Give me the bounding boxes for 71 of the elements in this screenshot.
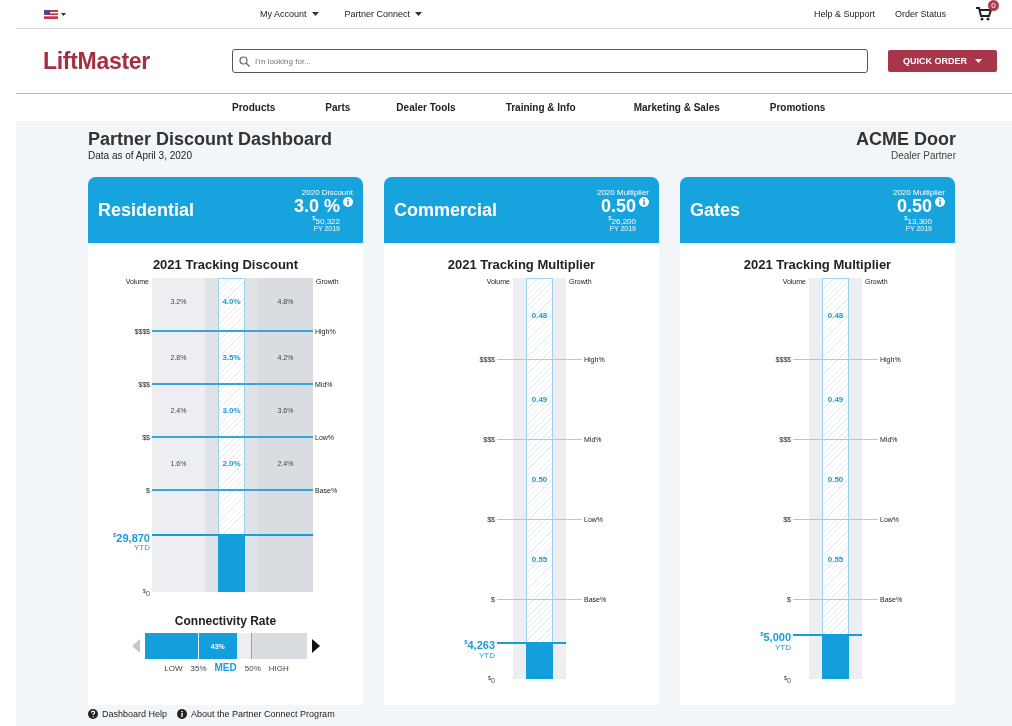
account-menu-link[interactable]: My Account: [260, 9, 319, 19]
nav-item[interactable]: Products: [232, 102, 276, 113]
ytd-amount: $^{$}$5,000: [760, 629, 791, 643]
ytd-amount: $^{$}$4,263: [464, 637, 495, 651]
ytd-caption: YTD: [479, 650, 495, 660]
footer-link[interactable]: Dashboard Help: [88, 709, 168, 719]
ytd-line: [497, 641, 566, 644]
account-menu-link[interactable]: Partner Connect: [344, 9, 423, 19]
metric-label: 2020 Multiplier: [596, 187, 649, 197]
tier-value: 0.49: [531, 394, 548, 404]
nav-item[interactable]: Training & Info: [505, 102, 576, 113]
scale-label: 35%: [190, 664, 207, 673]
nav-item[interactable]: Dealer Tools: [396, 102, 456, 113]
logo[interactable]: LiftMaster: [16, 47, 206, 75]
tracker-title: 2021 Tracking Multiplier: [446, 257, 597, 272]
help-icon: [88, 709, 98, 719]
cart-icon[interactable]: [976, 7, 992, 21]
tier-value: 4.0%: [222, 297, 241, 306]
cart-badge: 0: [988, 0, 999, 11]
prior-sales: $^{$}$26,200: [608, 214, 636, 226]
scale-label: LOW: [164, 664, 183, 673]
scale-label: HIGH: [268, 664, 289, 673]
ytd-caption: YTD: [134, 543, 150, 553]
metric-value: 0.50: [896, 196, 932, 215]
dealer-role: Dealer Partner: [889, 150, 956, 161]
connectivity-title: Connectivity Rate: [173, 614, 278, 628]
tier-value: 0.50: [531, 474, 548, 484]
tier-value: 0.49: [827, 394, 844, 404]
tracker-title: 2021 Tracking Discount: [151, 257, 300, 272]
metric-label: 2020 Discount: [301, 187, 353, 197]
tier-value: 0.55: [827, 554, 844, 564]
search-field[interactable]: I'm looking for...: [232, 49, 868, 73]
top-link[interactable]: Order Status: [894, 9, 946, 19]
tier-value: 2.0%: [222, 459, 241, 468]
data-date: Data as of April 3, 2020: [88, 150, 193, 161]
prior-sales: $^{$}$13,300: [904, 214, 932, 226]
info-icon: [177, 709, 188, 719]
category-name: Residential: [98, 199, 195, 221]
next-arrow-icon[interactable]: [311, 639, 320, 653]
tier-value: 3.0%: [222, 406, 241, 415]
top-link[interactable]: Help & Support: [813, 9, 875, 19]
ytd-amount: $^{$}$29,870: [113, 530, 150, 544]
tier-value: 3.5%: [222, 353, 241, 362]
nav-item[interactable]: Promotions: [769, 102, 826, 113]
nav-item[interactable]: Marketing & Sales: [633, 102, 720, 113]
quick-order-button[interactable]: QUICK ORDER: [888, 50, 997, 72]
info-icon[interactable]: [935, 196, 945, 207]
metric-value: 0.50: [600, 196, 636, 215]
info-icon[interactable]: [639, 196, 649, 207]
ytd-caption: YTD: [775, 642, 791, 652]
caret-icon: [975, 59, 982, 63]
scale-label: 50%: [244, 664, 261, 673]
footer-link[interactable]: About the Partner Connect Program: [177, 709, 335, 719]
ytd-line: [793, 633, 862, 636]
page-title: Partner Discount Dashboard: [88, 129, 333, 150]
flag-icon[interactable]: [44, 9, 68, 19]
dealer-name: ACME Door: [856, 129, 956, 150]
prior-sales: $^{$}$50,322: [312, 214, 340, 226]
nav-item[interactable]: Parts: [325, 102, 351, 113]
tier-value: 0.50: [827, 474, 844, 484]
tier-value: 0.48: [827, 311, 844, 320]
tracker-title: 2021 Tracking Multiplier: [742, 257, 893, 272]
metric-label: 2020 Multiplier: [892, 187, 945, 197]
category-name: Gates: [690, 199, 741, 221]
tier-value: 0.55: [531, 554, 548, 564]
scale-label: MED: [214, 662, 237, 673]
metric-value: 3.0 %: [293, 196, 340, 215]
category-name: Commercial: [394, 199, 498, 221]
info-icon[interactable]: [343, 196, 353, 207]
search-icon: [239, 56, 250, 67]
tier-value: 0.48: [531, 311, 548, 320]
